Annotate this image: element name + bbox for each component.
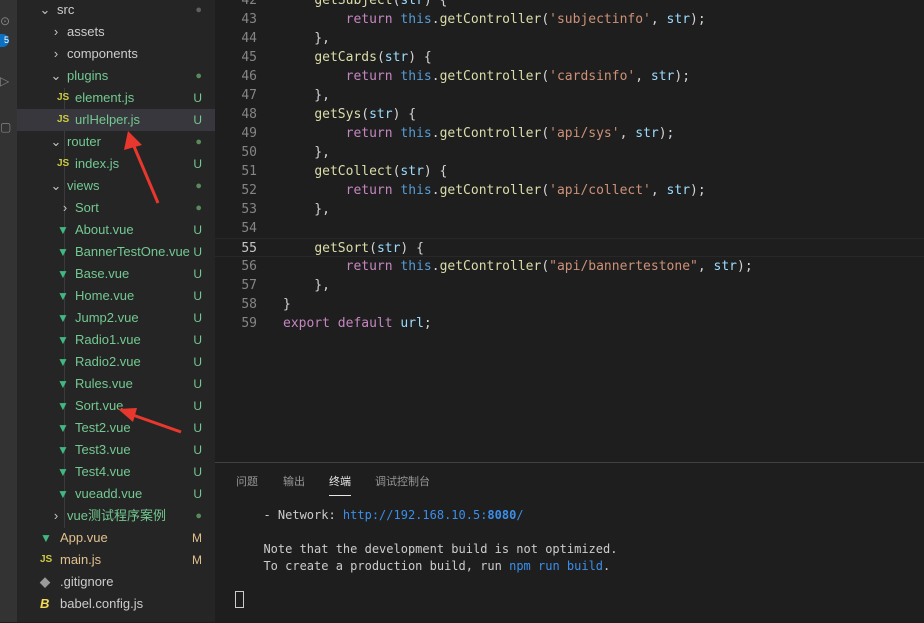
annotation-arrows — [118, 131, 182, 434]
arrow-to-sort-vue — [118, 408, 182, 434]
arrow-to-urlhelper — [124, 131, 160, 204]
